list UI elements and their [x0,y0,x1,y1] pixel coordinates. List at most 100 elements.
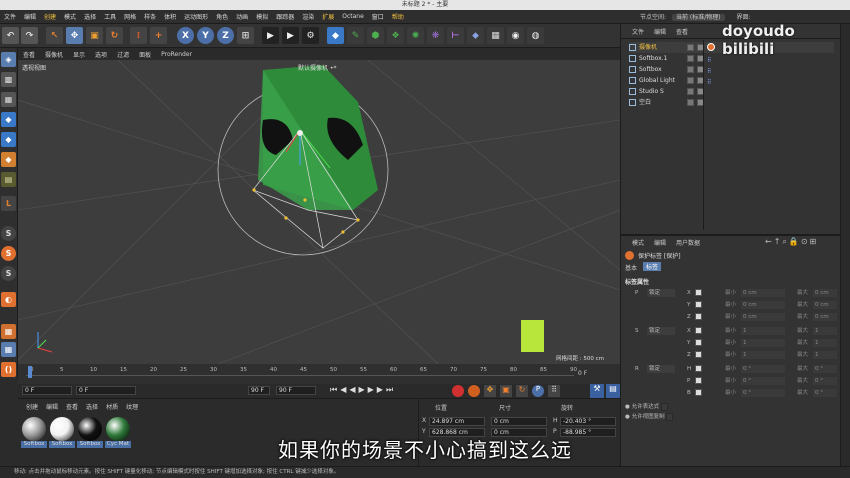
keyframe-rotate-icon[interactable]: ↻ [516,385,528,397]
node-space-select[interactable]: 当前 (标准/物理) [671,14,725,21]
pla-key-icon[interactable]: ⠿ [548,385,560,397]
attribute-axis-checkbox[interactable] [695,327,702,334]
viewport-menu-item[interactable]: 选项 [90,50,112,59]
locked-workplane-icon[interactable]: ◐ [1,292,16,307]
keyframe-move-icon[interactable]: ✥ [484,385,496,397]
area-light-preview[interactable] [521,320,544,352]
menu-item[interactable]: 窗口 [368,12,388,21]
attribute-axis-checkbox[interactable] [695,289,702,296]
material-menu-item[interactable]: 纹理 [122,402,142,411]
object-visibility-toggle[interactable] [687,66,694,73]
object-name[interactable]: Studio S [639,88,664,95]
spline-pen-icon[interactable]: ✎ [347,27,364,44]
attribute-axis-checkbox[interactable] [695,365,702,372]
add-icon[interactable]: + [150,27,167,44]
attribute-mode-select[interactable]: 锁定 [647,327,675,335]
render-view-icon[interactable]: ▶ [262,27,279,44]
camera-icon[interactable]: ◉ [507,27,524,44]
attribute-axis-checkbox[interactable] [695,351,702,358]
move-icon[interactable]: ✥ [66,27,83,44]
attribute-axis-checkbox[interactable] [695,339,702,346]
grid-icon[interactable]: ▦ [1,324,16,339]
object-mode-icon[interactable]: ◆ [1,132,16,147]
render-picture-viewer-icon[interactable]: ▶ [282,27,299,44]
attribute-menu-item[interactable]: 编辑 [649,238,671,247]
material-name[interactable]: Softbox [77,441,103,448]
keyframe-icon[interactable]: () [1,362,16,377]
viewport-menu-item[interactable]: 显示 [68,50,90,59]
redo-icon[interactable]: ↷ [21,27,38,44]
object-menu-item[interactable]: 文件 [627,27,649,36]
material-menu-item[interactable]: 材质 [102,402,122,411]
material-menu-item[interactable]: 选择 [82,402,102,411]
menu-item[interactable]: 运动图形 [180,12,212,21]
object-visibility-toggle[interactable] [687,55,694,62]
attribute-min-value[interactable]: 1 [741,351,785,359]
menu-item[interactable]: 角色 [212,12,232,21]
camera-label[interactable]: 默认摄像机 •* [298,63,336,72]
record-icon[interactable] [452,385,464,397]
attribute-max-value[interactable]: 1 [813,339,837,347]
material-thumbnail[interactable] [106,417,130,441]
material-thumbnail[interactable] [78,417,102,441]
attribute-max-value[interactable]: 0 ° [813,377,837,385]
coord-size-field[interactable]: 0 cm [491,417,547,426]
texture-mode-icon[interactable]: ▦ [1,92,16,107]
workplane-icon[interactable]: S [1,266,16,281]
keyframe-scale-icon[interactable]: ▣ [500,385,512,397]
attribute-min-value[interactable]: 0 cm [741,301,785,309]
material-thumbnail[interactable] [50,417,74,441]
attribute-tab-tag[interactable]: 标签 [643,262,662,271]
material-name[interactable]: Cyc Mat [105,441,131,448]
object-name[interactable]: 摄像机 [639,44,657,51]
viewport-menu-item[interactable]: 面板 [134,50,156,59]
attribute-max-value[interactable]: 1 [813,351,837,359]
attribute-menu-item[interactable]: 用户数据 [671,238,705,247]
scale-icon[interactable]: ▣ [86,27,103,44]
object-name[interactable]: Softbox.1 [639,55,667,62]
material-thumbnail[interactable] [22,417,46,441]
attribute-min-value[interactable]: 0 ° [741,377,785,385]
attribute-max-value[interactable]: 0 cm [813,313,837,321]
attribute-min-value[interactable]: 0 cm [741,289,785,297]
object-visibility-toggle[interactable] [687,44,694,51]
attribute-mode-select[interactable]: 锁定 [647,289,675,297]
menu-item[interactable]: 工具 [100,12,120,21]
coordinate-system-icon[interactable]: ⊞ [237,27,254,44]
timeline-ruler[interactable]: 051015202530354045505560657075808590 [26,367,577,376]
material-menu-item[interactable]: 创建 [22,402,42,411]
menu-item[interactable]: 文件 [0,12,20,21]
object-row[interactable]: Studio S [629,86,834,97]
snap-icon[interactable]: S [1,226,16,241]
playback-controls[interactable]: ⏮◀◀▶▶▶⏭ [330,385,396,395]
subdivision-icon[interactable]: ⬢ [367,27,384,44]
protection-tag-icon[interactable] [707,43,715,51]
material-name[interactable]: Softbox [49,441,75,448]
make-editable-icon[interactable]: ◈ [1,52,16,67]
attribute-min-value[interactable]: 0 ° [741,389,785,397]
menu-item[interactable]: 动画 [232,12,252,21]
axis-z-button[interactable]: Z [217,27,234,44]
timeline-window-icon[interactable]: ▤ [606,384,620,398]
menu-item[interactable]: 体积 [160,12,180,21]
object-visibility-toggle[interactable] [687,99,694,106]
attribute-max-value[interactable]: 0 cm [813,289,837,297]
material-name[interactable]: Softbox [21,441,47,448]
light-icon[interactable]: ◍ [527,27,544,44]
edges-mode-icon[interactable]: ▤ [1,172,16,187]
viewport-scene[interactable] [18,60,620,364]
attribute-menu-item[interactable]: 模式 [627,238,649,247]
attribute-mode-select[interactable]: 锁定 [647,365,675,373]
model-mode-icon[interactable]: ◆ [1,112,16,127]
menu-item[interactable]: 网格 [120,12,140,21]
object-menu-item[interactable]: 编辑 [649,27,671,36]
object-visibility-toggle[interactable] [687,77,694,84]
attribute-nav-icons[interactable]: ←↑⌕🔒⊙⊞ [765,237,818,247]
coord-rotation-field[interactable]: -20.403 ° [560,417,616,426]
menu-item[interactable]: 模式 [60,12,80,21]
coord-position-field[interactable]: 24.897 cm [429,417,485,426]
object-name[interactable]: Global Light [639,77,675,84]
object-row[interactable]: 空白 [629,97,834,108]
render-settings-icon[interactable]: ⚙ [302,27,319,44]
field-icon[interactable]: ⬥ [467,27,484,44]
